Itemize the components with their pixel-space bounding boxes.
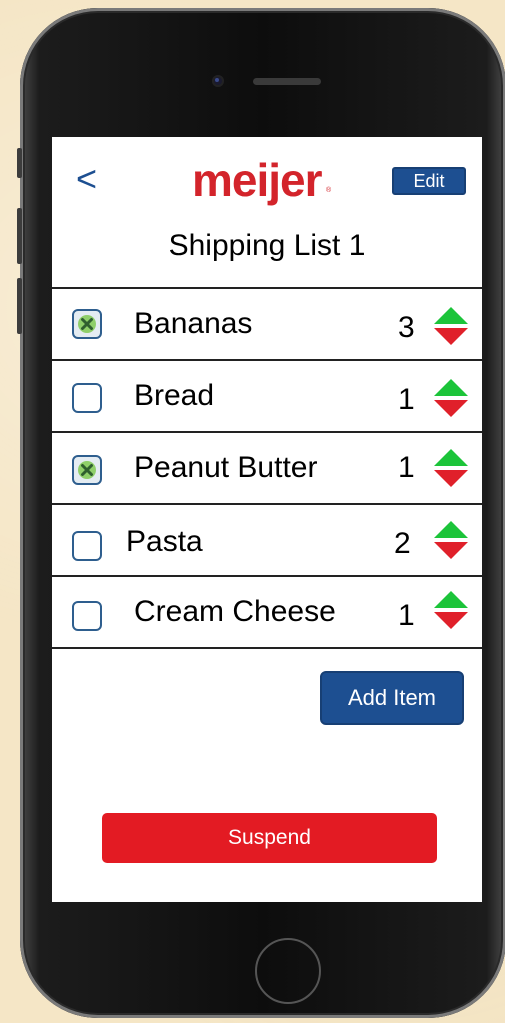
- quantity-stepper: [434, 307, 468, 347]
- list-item: Bread 1: [52, 359, 482, 431]
- item-checkbox[interactable]: [72, 601, 102, 631]
- front-camera-icon: [212, 75, 224, 87]
- suspend-button[interactable]: Suspend: [102, 813, 437, 863]
- quantity-stepper: [434, 379, 468, 419]
- decrement-arrow-icon[interactable]: [434, 470, 468, 487]
- item-checkbox[interactable]: [72, 309, 102, 339]
- decrement-arrow-icon[interactable]: [434, 328, 468, 345]
- earpiece-speaker: [253, 78, 321, 85]
- item-name: Peanut Butter: [134, 451, 318, 484]
- volume-down-button: [17, 278, 22, 334]
- volume-up-button: [17, 208, 22, 264]
- checked-x-icon: [78, 315, 96, 333]
- item-quantity: 3: [398, 311, 415, 344]
- meijer-logo: meijer: [192, 154, 323, 206]
- checked-x-icon: [78, 461, 96, 479]
- increment-arrow-icon[interactable]: [434, 449, 468, 466]
- increment-arrow-icon[interactable]: [434, 379, 468, 396]
- decrement-arrow-icon[interactable]: [434, 400, 468, 417]
- item-name: Cream Cheese: [134, 595, 336, 628]
- increment-arrow-icon[interactable]: [434, 591, 468, 608]
- list-item: Bananas 3: [52, 287, 482, 359]
- increment-arrow-icon[interactable]: [434, 521, 468, 538]
- item-checkbox[interactable]: [72, 531, 102, 561]
- quantity-stepper: [434, 591, 468, 631]
- list-item: Pasta 2: [52, 503, 482, 575]
- mute-switch: [17, 148, 22, 178]
- registered-mark: ®: [326, 187, 332, 194]
- item-quantity: 1: [398, 451, 415, 484]
- decrement-arrow-icon[interactable]: [434, 612, 468, 629]
- item-name: Bananas: [134, 307, 253, 340]
- app-screen: < meijer ® Edit Shipping List 1 Bananas …: [52, 137, 482, 902]
- item-name: Bread: [134, 379, 215, 412]
- edit-button[interactable]: Edit: [392, 167, 466, 195]
- list-item: Peanut Butter 1: [52, 431, 482, 503]
- item-quantity: 1: [398, 599, 415, 632]
- item-quantity: 1: [398, 383, 415, 416]
- back-button[interactable]: <: [76, 159, 97, 199]
- add-item-button[interactable]: Add Item: [320, 671, 464, 725]
- decrement-arrow-icon[interactable]: [434, 542, 468, 559]
- home-button[interactable]: [255, 938, 321, 1004]
- item-checkbox[interactable]: [72, 383, 102, 413]
- quantity-stepper: [434, 521, 468, 561]
- item-name: Pasta: [126, 525, 203, 558]
- quantity-stepper: [434, 449, 468, 489]
- list-title: Shipping List 1: [168, 229, 366, 262]
- increment-arrow-icon[interactable]: [434, 307, 468, 324]
- item-quantity: 2: [394, 527, 411, 560]
- item-checkbox[interactable]: [72, 455, 102, 485]
- list-item: Cream Cheese 1: [52, 575, 482, 649]
